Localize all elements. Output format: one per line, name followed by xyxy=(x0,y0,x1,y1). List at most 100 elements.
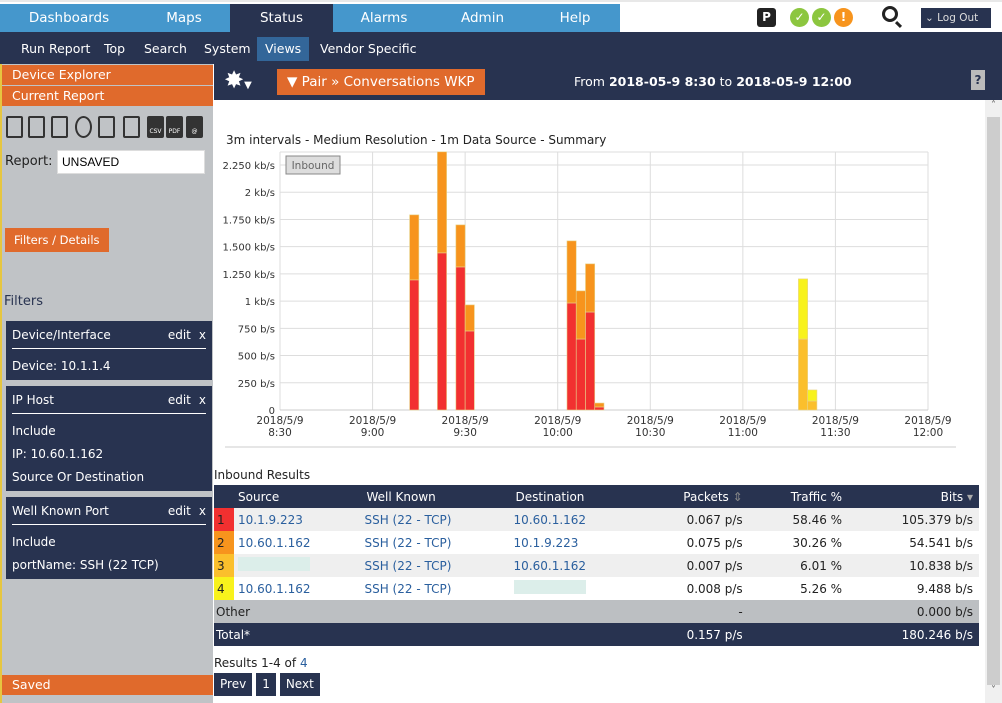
other-row: Other - 0.000 b/s xyxy=(214,600,979,623)
column-well-known[interactable]: Well Known xyxy=(360,485,510,508)
tab-maps[interactable]: Maps xyxy=(138,4,230,34)
bar-segment xyxy=(798,338,808,411)
column-traffic-[interactable]: Traffic % xyxy=(748,485,849,508)
filter-edit-button[interactable]: edit xyxy=(168,393,191,407)
logout-label: Log Out xyxy=(937,12,979,24)
bar-segment xyxy=(807,389,818,402)
clock-icon[interactable] xyxy=(75,116,92,138)
source-cell[interactable]: 10.60.1.162 xyxy=(234,577,360,600)
scroll-down-icon[interactable]: ˅ xyxy=(985,685,1002,702)
dest-cell[interactable]: 10.60.1.162 xyxy=(510,554,637,577)
start-time: 2018-05-9 8:30 xyxy=(608,74,716,89)
wk-cell[interactable]: SSH (22 - TCP) xyxy=(360,577,509,600)
email-icon[interactable]: @ xyxy=(186,116,203,138)
filter-remove-button[interactable]: x xyxy=(199,393,206,407)
from-label: From xyxy=(574,74,605,89)
table-row[interactable]: 2 10.60.1.162 SSH (22 - TCP) 10.1.9.223 0.07… xyxy=(214,531,979,554)
prev-button[interactable]: Prev xyxy=(214,673,253,696)
tab-help[interactable]: Help xyxy=(530,4,620,34)
vertical-scrollbar[interactable]: ˄ ˅ xyxy=(985,100,1002,703)
column-destination[interactable]: Destination xyxy=(509,485,637,508)
print-icon[interactable] xyxy=(123,116,140,138)
filter-remove-button[interactable]: x xyxy=(199,504,206,518)
table-row[interactable]: 4 10.60.1.162 SSH (22 - TCP) 0.008 p/s 5.26 … xyxy=(214,577,979,600)
column-packets[interactable]: Packets ⇕ xyxy=(636,485,749,508)
bar-segment xyxy=(437,151,447,254)
report-name-input[interactable] xyxy=(57,150,205,174)
device-explorer-link[interactable]: Device Explorer xyxy=(2,65,213,85)
server-p-icon[interactable]: P xyxy=(757,8,776,27)
sort-icon[interactable]: ⇕ xyxy=(729,490,743,504)
y-tick-label: 1.500 kb/s xyxy=(222,243,275,254)
packets-cell: 0.067 p/s xyxy=(686,512,743,527)
current-report-link[interactable]: Current Report xyxy=(2,86,213,106)
trash-icon[interactable] xyxy=(6,116,23,138)
bar-segment xyxy=(455,224,466,268)
subnav-search[interactable]: Search xyxy=(136,37,195,61)
dest-cell[interactable]: 10.1.9.223 xyxy=(510,531,637,554)
column-bits[interactable]: Bits ▾ xyxy=(848,485,979,508)
subnav-system[interactable]: System xyxy=(196,37,259,61)
source-cell[interactable]: 10.60.1.162 xyxy=(234,531,360,554)
dest-cell[interactable]: 10.60.1.162 xyxy=(510,508,637,531)
dest-cell xyxy=(510,577,637,600)
subnav-top[interactable]: Top xyxy=(96,37,133,61)
ok-check-icon[interactable]: ✓ xyxy=(812,8,831,27)
wk-cell[interactable]: SSH (22 - TCP) xyxy=(360,554,509,577)
bar-segment xyxy=(807,400,818,411)
wk-cell[interactable]: SSH (22 - TCP) xyxy=(360,531,509,554)
filter-edit-button[interactable]: edit xyxy=(168,328,191,342)
other-packets: - xyxy=(738,604,743,619)
filter-actions: edit x xyxy=(168,497,206,524)
column-source[interactable]: Source xyxy=(234,485,361,508)
page-1-button[interactable]: 1 xyxy=(256,673,276,696)
bar-segment xyxy=(585,311,596,411)
pdf-icon[interactable]: PDF xyxy=(166,116,183,138)
results-table: Source Well Known Destination Packets ⇕ Traf… xyxy=(214,485,979,646)
csv-icon[interactable]: CSV xyxy=(147,116,164,138)
filters-details-button[interactable]: Filters / Details xyxy=(5,228,109,252)
chart-title: 3m intervals - Medium Resolution - 1m Da… xyxy=(226,133,606,147)
source-cell xyxy=(234,554,360,577)
total-label: Total* xyxy=(216,627,251,642)
next-button[interactable]: Next xyxy=(279,673,320,696)
logout-button[interactable]: ⌄ Log Out xyxy=(921,8,991,28)
save-icon[interactable] xyxy=(28,116,45,138)
subnav-views[interactable]: Views xyxy=(257,37,310,61)
traffic-cell: 5.26 % xyxy=(800,581,843,596)
x-tick-label: 2018/5/9 10:00 xyxy=(534,415,581,439)
search-icon[interactable] xyxy=(882,6,903,29)
report-type-button[interactable]: ▼ Pair » Conversations WKP xyxy=(277,69,485,95)
grid-icon[interactable] xyxy=(98,116,115,138)
save-as-icon[interactable] xyxy=(51,116,68,138)
tab-dashboards[interactable]: Dashboards xyxy=(0,4,138,34)
packets-cell: 0.075 p/s xyxy=(686,535,743,550)
subnav-vendor-specific[interactable]: Vendor Specific xyxy=(312,37,425,61)
results-title: Inbound Results xyxy=(214,468,311,482)
x-tick-label: 2018/5/9 10:30 xyxy=(627,415,674,439)
bar-segment xyxy=(594,402,605,408)
table-row[interactable]: 3 SSH (22 - TCP) 10.60.1.162 0.007 p/s 6.01 … xyxy=(214,554,979,577)
tab-admin[interactable]: Admin xyxy=(435,4,530,34)
bits-cell: 10.838 b/s xyxy=(909,558,973,573)
wk-cell[interactable]: SSH (22 - TCP) xyxy=(360,508,509,531)
report-label: Report: xyxy=(5,154,53,169)
warning-icon[interactable]: ! xyxy=(834,8,853,27)
tab-alarms[interactable]: Alarms xyxy=(333,4,435,34)
source-cell[interactable]: 10.1.9.223 xyxy=(234,508,360,531)
y-tick-label: 250 b/s xyxy=(238,379,275,390)
sort-desc-icon[interactable]: ▾ xyxy=(963,490,973,504)
results-summary: Results 1-4 of 4 xyxy=(214,656,308,670)
tab-status[interactable]: Status xyxy=(230,4,333,34)
filter-edit-button[interactable]: edit xyxy=(168,504,191,518)
subnav-run-report[interactable]: Run Report xyxy=(13,37,98,61)
ok-check-icon[interactable]: ✓ xyxy=(790,8,809,27)
gear-menu-icon[interactable]: ✸▼ xyxy=(224,66,252,94)
table-row[interactable]: 1 10.1.9.223 SSH (22 - TCP) 10.60.1.162 0.06… xyxy=(214,508,979,531)
help-icon[interactable]: ? xyxy=(971,70,985,90)
filter-remove-button[interactable]: x xyxy=(199,328,206,342)
scroll-up-icon[interactable]: ˄ xyxy=(985,100,1002,117)
rank-cell: 4 xyxy=(214,577,234,600)
bits-cell: 9.488 b/s xyxy=(916,581,973,596)
scroll-thumb[interactable] xyxy=(987,117,1000,685)
